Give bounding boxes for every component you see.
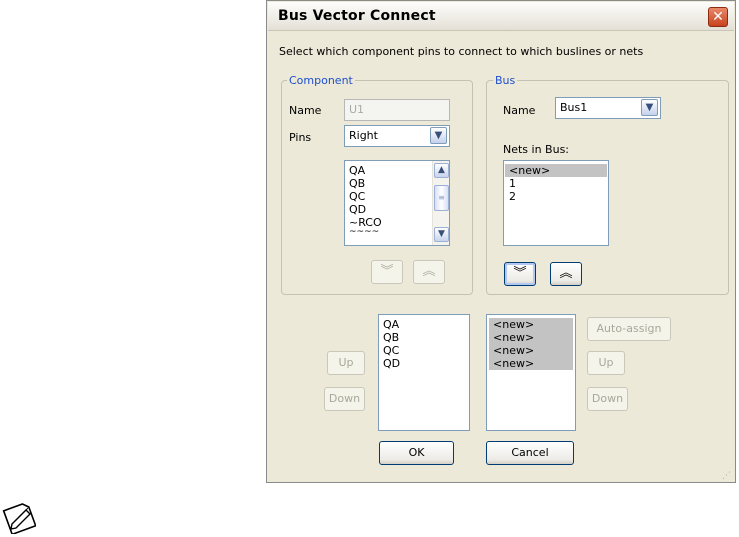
list-item[interactable]: <new>: [505, 164, 607, 177]
resize-grip-icon[interactable]: ⋰: [722, 471, 732, 481]
list-item[interactable]: QB: [379, 331, 467, 344]
chevron-down-icon[interactable]: ▼: [641, 99, 658, 116]
list-item[interactable]: ~~~~: [345, 229, 429, 235]
double-chevron-up-icon: ︽: [559, 266, 573, 281]
double-chevron-down-icon: ︾: [380, 264, 394, 279]
move-down-pins-button[interactable]: ︾: [371, 260, 403, 284]
dialog-title: Bus Vector Connect: [278, 8, 436, 24]
nets-in-bus-label: Nets in Bus:: [503, 143, 570, 156]
close-button[interactable]: ✕: [708, 7, 728, 27]
list-item[interactable]: ~RCO: [345, 216, 429, 229]
mapped-nets-listbox[interactable]: <new> <new> <new> <new>: [486, 314, 576, 431]
component-name-label: Name: [289, 104, 322, 117]
mapped-nets-items: <new> <new> <new> <new>: [489, 318, 573, 370]
list-item[interactable]: 1: [505, 177, 607, 190]
right-up-button[interactable]: Up: [587, 351, 625, 375]
mapped-pins-listbox[interactable]: QA QB QC QD: [378, 314, 470, 431]
list-item[interactable]: 2: [505, 190, 607, 203]
ok-button[interactable]: OK: [379, 441, 454, 465]
bus-legend: Bus: [493, 74, 518, 87]
list-item[interactable]: <new>: [489, 357, 573, 370]
scroll-down-icon[interactable]: ▼: [434, 227, 449, 242]
right-down-button[interactable]: Down: [587, 387, 628, 411]
list-item[interactable]: QC: [345, 190, 429, 203]
list-item[interactable]: QC: [379, 344, 467, 357]
pins-scrollbar[interactable]: ▲ ≡ ▼: [432, 161, 449, 245]
move-up-pins-button[interactable]: ︽: [413, 260, 445, 284]
list-item[interactable]: <new>: [489, 318, 573, 331]
move-up-nets-button[interactable]: ︽: [550, 262, 582, 286]
double-chevron-down-icon: ︾: [513, 266, 527, 281]
note-icon: [2, 500, 37, 536]
list-item[interactable]: <new>: [489, 331, 573, 344]
scroll-up-icon[interactable]: ▲: [434, 163, 449, 178]
left-up-button[interactable]: Up: [327, 351, 365, 375]
pins-list-items: QA QB QC QD ~RCO ~~~~: [345, 164, 429, 235]
list-item[interactable]: QD: [379, 357, 467, 370]
pins-label: Pins: [289, 131, 312, 144]
list-item[interactable]: QD: [345, 203, 429, 216]
mapped-pins-items: QA QB QC QD: [379, 318, 467, 370]
chevron-down-icon[interactable]: ▼: [430, 127, 447, 144]
nets-listbox[interactable]: <new> 1 2: [503, 160, 609, 246]
title-bar[interactable]: Bus Vector Connect ✕: [268, 2, 734, 31]
nets-list-items: <new> 1 2: [505, 164, 607, 203]
scroll-thumb[interactable]: ≡: [434, 185, 449, 211]
list-item[interactable]: QB: [345, 177, 429, 190]
component-legend: Component: [287, 74, 355, 87]
double-chevron-up-icon: ︽: [422, 264, 436, 279]
list-item[interactable]: QA: [379, 318, 467, 331]
move-down-nets-button[interactable]: ︾: [504, 262, 536, 286]
auto-assign-button[interactable]: Auto-assign: [587, 317, 671, 341]
bus-name-label: Name: [503, 104, 536, 117]
left-down-button[interactable]: Down: [324, 387, 365, 411]
pins-listbox[interactable]: QA QB QC QD ~RCO ~~~~ ▲ ≡ ▼: [344, 160, 450, 246]
bus-name-value: Bus1: [560, 101, 588, 114]
instruction-text: Select which component pins to connect t…: [279, 45, 644, 58]
list-item[interactable]: <new>: [489, 344, 573, 357]
bus-vector-connect-dialog: Bus Vector Connect ✕ Select which compon…: [266, 0, 736, 483]
pins-select-value: Right: [349, 129, 378, 142]
component-name-field[interactable]: U1: [344, 99, 450, 121]
list-item[interactable]: QA: [345, 164, 429, 177]
cancel-button[interactable]: Cancel: [486, 441, 574, 465]
